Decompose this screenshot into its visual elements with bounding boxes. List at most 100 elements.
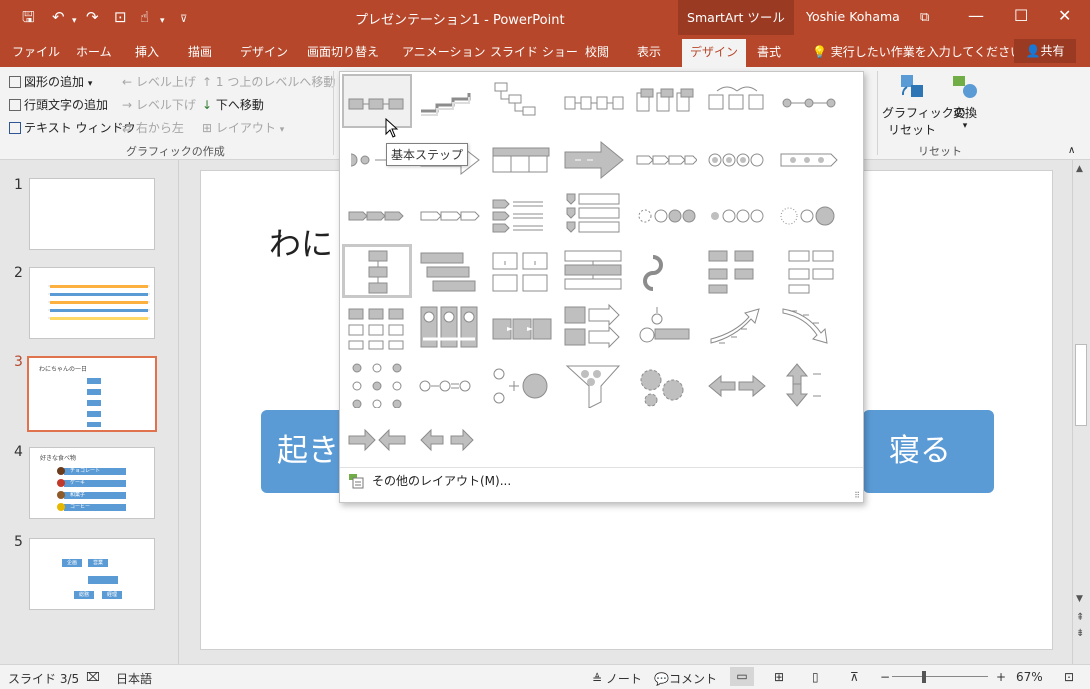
slide-thumbnail-2[interactable]: [29, 267, 155, 339]
layout-option-27[interactable]: [702, 244, 772, 298]
customize-qat-icon[interactable]: ⊽: [180, 11, 187, 29]
layout-option-26[interactable]: [630, 244, 700, 298]
layout-option-30[interactable]: [414, 300, 484, 354]
layout-option-18[interactable]: [558, 187, 628, 241]
undo-icon[interactable]: ↶: [52, 8, 65, 26]
smartart-box-last[interactable]: 寝る: [863, 410, 994, 493]
undo-dropdown-icon[interactable]: ▾: [72, 12, 77, 30]
notes-button[interactable]: ≜ ノート: [592, 670, 642, 687]
move-up-button[interactable]: ↑ 1 つ上のレベルへ移動: [202, 73, 335, 90]
close-icon[interactable]: ✕: [1058, 6, 1071, 26]
layout-option-2[interactable]: [414, 74, 484, 128]
layout-option-17[interactable]: [486, 187, 556, 241]
maximize-icon[interactable]: ☐: [1014, 6, 1028, 26]
reset-graphic-button[interactable]: グラフィックの リセット: [882, 73, 966, 138]
spelling-icon[interactable]: ⌧: [86, 670, 100, 684]
slideshow-view-icon[interactable]: ⊼: [850, 670, 859, 684]
tab-slideshow[interactable]: スライド ショー: [490, 43, 578, 60]
tab-transitions[interactable]: 画面切り替え: [307, 43, 379, 60]
tab-smartart-design[interactable]: デザイン: [682, 39, 747, 67]
ribbon-display-options-icon[interactable]: ⧉: [920, 8, 929, 28]
layout-option-33[interactable]: [630, 300, 700, 354]
layout-option-38[interactable]: [486, 357, 556, 411]
layout-option-13[interactable]: [702, 131, 772, 185]
user-name[interactable]: Yoshie Kohama: [806, 9, 900, 24]
slide-sorter-icon[interactable]: ⊞: [774, 670, 784, 684]
next-slide-icon[interactable]: ⇟: [1076, 628, 1084, 639]
start-from-beginning-icon[interactable]: ⊡: [114, 8, 127, 26]
add-shape-button[interactable]: 図形の追加 ▾: [9, 73, 92, 90]
layout-option-39[interactable]: [558, 357, 628, 411]
zoom-slider-track[interactable]: [892, 676, 988, 677]
layout-option-43[interactable]: [342, 413, 412, 467]
layout-option-16[interactable]: [414, 187, 484, 241]
tab-insert[interactable]: 挿入: [135, 43, 159, 60]
layout-option-14[interactable]: [774, 131, 844, 185]
normal-view-icon[interactable]: ▭: [730, 667, 754, 686]
slide-thumbnail-3[interactable]: わにちゃんの一日: [27, 356, 157, 432]
zoom-level[interactable]: 67%: [1016, 670, 1043, 684]
right-to-left-button[interactable]: ⇄ 右から左: [122, 119, 184, 136]
layout-option-22[interactable]: [342, 243, 412, 298]
layout-option-32[interactable]: [558, 300, 628, 354]
layout-option-15[interactable]: [342, 187, 412, 241]
layout-option-19[interactable]: [630, 187, 700, 241]
language-indicator[interactable]: 日本語: [116, 670, 152, 687]
layout-option-7[interactable]: [774, 74, 844, 128]
reading-view-icon[interactable]: ▯: [812, 670, 819, 684]
layout-option-11[interactable]: [558, 131, 628, 185]
layout-option-23[interactable]: [414, 244, 484, 298]
share-button[interactable]: 👤共有: [1014, 39, 1076, 63]
move-down-button[interactable]: ↓ 下へ移動: [202, 96, 264, 113]
layout-option-35[interactable]: [774, 300, 844, 354]
touch-mode-icon[interactable]: ☝: [140, 8, 149, 26]
layout-option-28[interactable]: [774, 244, 844, 298]
collapse-ribbon-icon[interactable]: ∧: [1068, 145, 1075, 156]
zoom-in-icon[interactable]: +: [996, 670, 1006, 684]
convert-button[interactable]: 変換 ▾: [948, 73, 982, 131]
layout-option-10[interactable]: [486, 131, 556, 185]
comments-button[interactable]: 💬コメント: [654, 670, 717, 687]
layout-option-1[interactable]: [342, 74, 412, 128]
vertical-scrollbar[interactable]: ▲ ▼ ⇞ ⇟: [1072, 160, 1090, 664]
slide-thumbnail-4[interactable]: 好きな食べ物 チョコレート ケーキ 和菓子 コーヒー: [29, 447, 155, 519]
layout-option-36[interactable]: [342, 357, 412, 411]
scroll-thumb[interactable]: [1075, 344, 1087, 426]
touch-dropdown-icon[interactable]: ▾: [160, 12, 165, 30]
layout-option-29[interactable]: [342, 300, 412, 354]
layout-option-37[interactable]: [414, 357, 484, 411]
tab-animations[interactable]: アニメーション: [402, 43, 486, 60]
tab-home[interactable]: ホーム: [76, 43, 112, 60]
tab-design[interactable]: デザイン: [240, 43, 288, 60]
scroll-down-icon[interactable]: ▼: [1076, 594, 1083, 604]
redo-icon[interactable]: ↷: [86, 8, 99, 26]
slide-title[interactable]: わに: [269, 219, 333, 265]
layout-button[interactable]: ⊞ レイアウト ▾: [202, 119, 284, 136]
tab-smartart-format[interactable]: 書式: [757, 43, 781, 60]
layout-option-44[interactable]: [414, 413, 484, 467]
tab-file[interactable]: ファイル: [12, 43, 60, 60]
smartart-box-first[interactable]: 起き: [261, 410, 345, 493]
tab-view[interactable]: 表示: [637, 43, 661, 60]
layout-option-21[interactable]: [774, 187, 844, 241]
tell-me-box[interactable]: 💡 実行したい作業を入力してください: [812, 43, 1022, 60]
minimize-icon[interactable]: —: [968, 6, 984, 26]
layout-option-42[interactable]: [774, 357, 844, 411]
layout-option-20[interactable]: [702, 187, 772, 241]
layout-option-40[interactable]: [630, 357, 700, 411]
layout-option-5[interactable]: [630, 74, 700, 128]
layout-option-4[interactable]: [558, 74, 628, 128]
zoom-slider-thumb[interactable]: [922, 671, 926, 683]
tab-draw[interactable]: 描画: [188, 43, 212, 60]
zoom-out-icon[interactable]: −: [880, 670, 890, 684]
layout-option-12[interactable]: [630, 131, 700, 185]
layout-option-24[interactable]: [486, 244, 556, 298]
layout-option-34[interactable]: [702, 300, 772, 354]
slide-thumbnail-1[interactable]: [29, 178, 155, 250]
layout-option-31[interactable]: [486, 300, 556, 354]
layout-option-41[interactable]: [702, 357, 772, 411]
layout-option-3[interactable]: [486, 74, 556, 128]
layout-option-6[interactable]: [702, 74, 772, 128]
tab-review[interactable]: 校閲: [585, 43, 609, 60]
previous-slide-icon[interactable]: ⇞: [1076, 612, 1084, 623]
